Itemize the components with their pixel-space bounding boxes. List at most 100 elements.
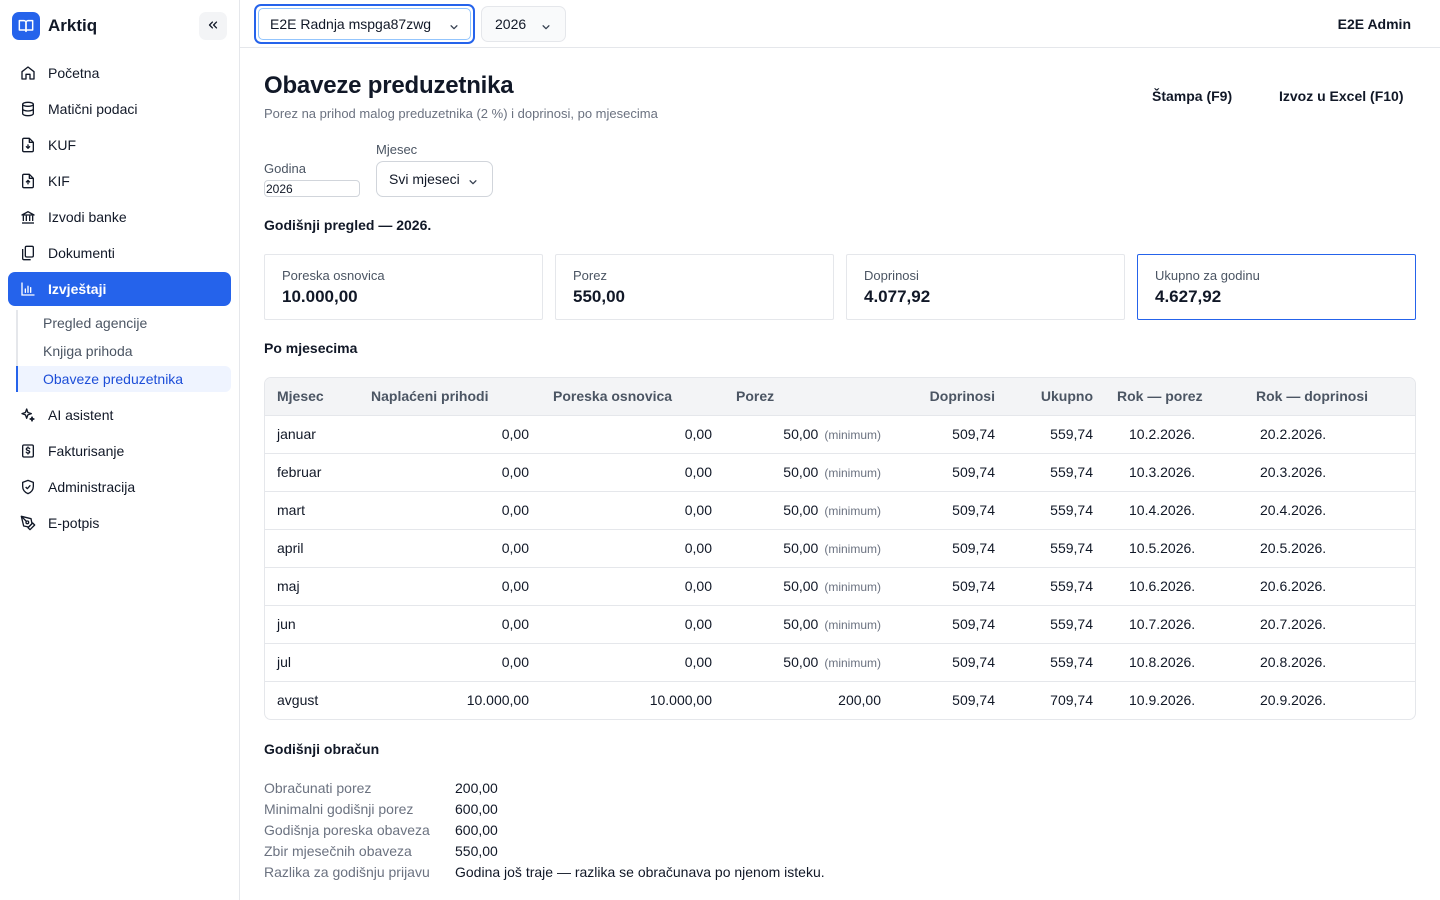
sidebar-item-kuf[interactable]: KUF [8, 128, 231, 162]
sidebar-item-pocetna[interactable]: Početna [8, 56, 231, 90]
user-menu[interactable]: E2E Admin [1338, 16, 1411, 32]
cell-tax-base: 10.000,00 [649, 692, 712, 709]
page-subtitle: Porez na prihod malog preduzetnika (2 %)… [264, 106, 658, 121]
sparkle-icon [20, 407, 36, 423]
card-label: Porez [573, 268, 607, 283]
book-logo-icon [12, 12, 40, 40]
column-header: Rok — porez [1117, 388, 1203, 405]
bank-icon [20, 209, 36, 225]
cell-tax-base: 0,00 [684, 616, 712, 632]
sidebar-nav: Početna Matični podaci KUF KIF Izvodi ba… [8, 56, 231, 542]
cell-month: maj [277, 578, 300, 594]
table-row: april 0,00 0,00 50,00 (minimum) 509,74 559,74 1… [265, 529, 1415, 567]
table-row: mart 0,00 0,00 50,00 (minimum) 509,74 559,74 10… [265, 491, 1415, 529]
subnav-item-knjiga-prihoda[interactable]: Knjiga prihoda [16, 338, 231, 364]
cell-income: 10.000,00 [466, 692, 529, 709]
sidebar: Arktiq Početna Matični podaci KUF KIF Iz… [0, 0, 240, 900]
sidebar-item-label: Matični podaci [48, 101, 138, 117]
sidebar-item-ai-asistent[interactable]: AI asistent [8, 398, 231, 432]
card-value: 4.627,92 [1155, 287, 1222, 306]
cell-due-contributions: 20.8.2026. [1260, 654, 1327, 670]
settlement-label: Razlika za godišnju prijavu [264, 863, 430, 880]
cell-month: januar [277, 426, 316, 442]
minimum-note: (minimum) [824, 542, 881, 556]
cell-contributions: 509,74 [952, 464, 995, 480]
subnav-item-obaveze-preduzetnika[interactable]: Obaveze preduzetnika [16, 366, 231, 392]
cell-contributions: 509,74 [952, 578, 995, 594]
sidebar-item-label: Dokumenti [48, 245, 115, 261]
cell-contributions: 509,74 [952, 692, 995, 709]
cell-tax: 50,00 (minimum) [724, 643, 893, 681]
sidebar-item-label: KUF [48, 137, 76, 153]
sidebar-item-izvjestaji[interactable]: Izvještaji [8, 272, 231, 306]
sidebar-item-e-potpis[interactable]: E-potpis [8, 506, 231, 540]
collapse-sidebar-button[interactable] [199, 12, 227, 40]
cell-month: jun [277, 616, 296, 632]
monthly-table: Mjesec Naplaćeni prihodi Poreska osnovic… [264, 377, 1416, 720]
cell-due-tax: 10.9.2026. [1129, 692, 1196, 709]
cell-contributions: 509,74 [952, 616, 995, 632]
settlement-row: Godišnja poreska obaveza 600,00 [264, 819, 825, 840]
settlement-row: Minimalni godišnji porez 600,00 [264, 798, 825, 819]
cell-total: 559,74 [1050, 426, 1093, 442]
chevron-down-icon [541, 19, 551, 35]
cell-month: mart [277, 502, 305, 518]
sidebar-item-kif[interactable]: KIF [8, 164, 231, 198]
cell-total: 559,74 [1050, 502, 1093, 518]
year-filter-input[interactable] [264, 180, 360, 197]
cell-tax-value: 50,00 [783, 654, 819, 670]
cell-contributions: 509,74 [952, 654, 995, 670]
brand[interactable]: Arktiq [12, 12, 97, 40]
cell-due-contributions: 20.9.2026. [1260, 692, 1327, 709]
settlement-label: Minimalni godišnji porez [264, 800, 414, 817]
column-header: Poreska osnovica [553, 388, 673, 405]
topbar: E2E Radnja mspga87zwg 2026 E2E Admin [240, 0, 1440, 48]
sidebar-item-izvodi-banke[interactable]: Izvodi banke [8, 200, 231, 234]
sidebar-item-fakturisanje[interactable]: Fakturisanje [8, 434, 231, 468]
cell-due-contributions: 20.4.2026. [1260, 502, 1327, 518]
file-download-icon [20, 137, 36, 153]
column-header: Porez [736, 388, 775, 405]
card-label: Doprinosi [864, 268, 919, 283]
sidebar-item-label: Izvještaji [48, 281, 107, 297]
cell-total: 559,74 [1050, 464, 1093, 480]
cell-tax-value: 50,00 [783, 578, 819, 594]
card-contributions: Doprinosi 4.077,92 [846, 254, 1125, 320]
year-select[interactable]: 2026 [481, 6, 566, 42]
page-title: Obaveze preduzetnika [264, 72, 514, 99]
cell-income: 0,00 [501, 502, 529, 518]
cell-contributions: 509,74 [952, 540, 995, 556]
card-value: 10.000,00 [282, 287, 358, 306]
sidebar-item-label: E-potpis [48, 515, 100, 531]
settlement-row: Razlika za godišnju prijavu Godina još tr… [264, 861, 825, 882]
month-filter-label: Mjesec [376, 142, 418, 157]
company-select[interactable]: E2E Radnja mspga87zwg [254, 4, 475, 44]
subnav-item-label: Knjiga prihoda [43, 343, 133, 359]
reports-subnav: Pregled agencije Knjiga prihoda Obaveze … [16, 310, 231, 392]
card-year-total: Ukupno za godinu 4.627,92 [1137, 254, 1416, 320]
subnav-item-pregled-agencije[interactable]: Pregled agencije [16, 310, 231, 336]
cell-due-contributions: 20.7.2026. [1260, 616, 1327, 632]
annual-settlement-heading: Godišnji obračun [264, 741, 380, 757]
sidebar-item-label: Početna [48, 65, 100, 81]
column-header: Doprinosi [929, 388, 995, 405]
export-excel-button[interactable]: Izvoz u Excel (F10) [1279, 88, 1403, 104]
sidebar-item-dokumenti[interactable]: Dokumenti [8, 236, 231, 270]
settlement-value: 200,00 [455, 779, 498, 796]
minimum-note: (minimum) [824, 428, 881, 442]
cell-total: 559,74 [1050, 654, 1093, 670]
column-header: Rok — doprinosi [1256, 388, 1368, 405]
sidebar-item-administracija[interactable]: Administracija [8, 470, 231, 504]
annual-overview-heading: Godišnji pregled — 2026. [264, 217, 432, 233]
month-filter-select[interactable]: Svi mjeseci [376, 161, 493, 197]
annual-settlement-list: Obračunati porez 200,00 Minimalni godišnji… [264, 777, 825, 882]
cell-contributions: 509,74 [952, 426, 995, 442]
print-button[interactable]: Štampa (F9) [1152, 88, 1232, 104]
month-filter-value: Svi mjeseci [389, 171, 460, 187]
sidebar-item-maticni-podaci[interactable]: Matični podaci [8, 92, 231, 126]
subnav-item-label: Pregled agencije [43, 315, 148, 331]
table-row: jul 0,00 0,00 50,00 (minimum) 509,74 559,74 10.… [265, 643, 1415, 681]
cell-due-contributions: 20.2.2026. [1260, 426, 1327, 442]
sidebar-item-label: Izvodi banke [48, 209, 127, 225]
cell-tax-base: 0,00 [684, 502, 712, 518]
